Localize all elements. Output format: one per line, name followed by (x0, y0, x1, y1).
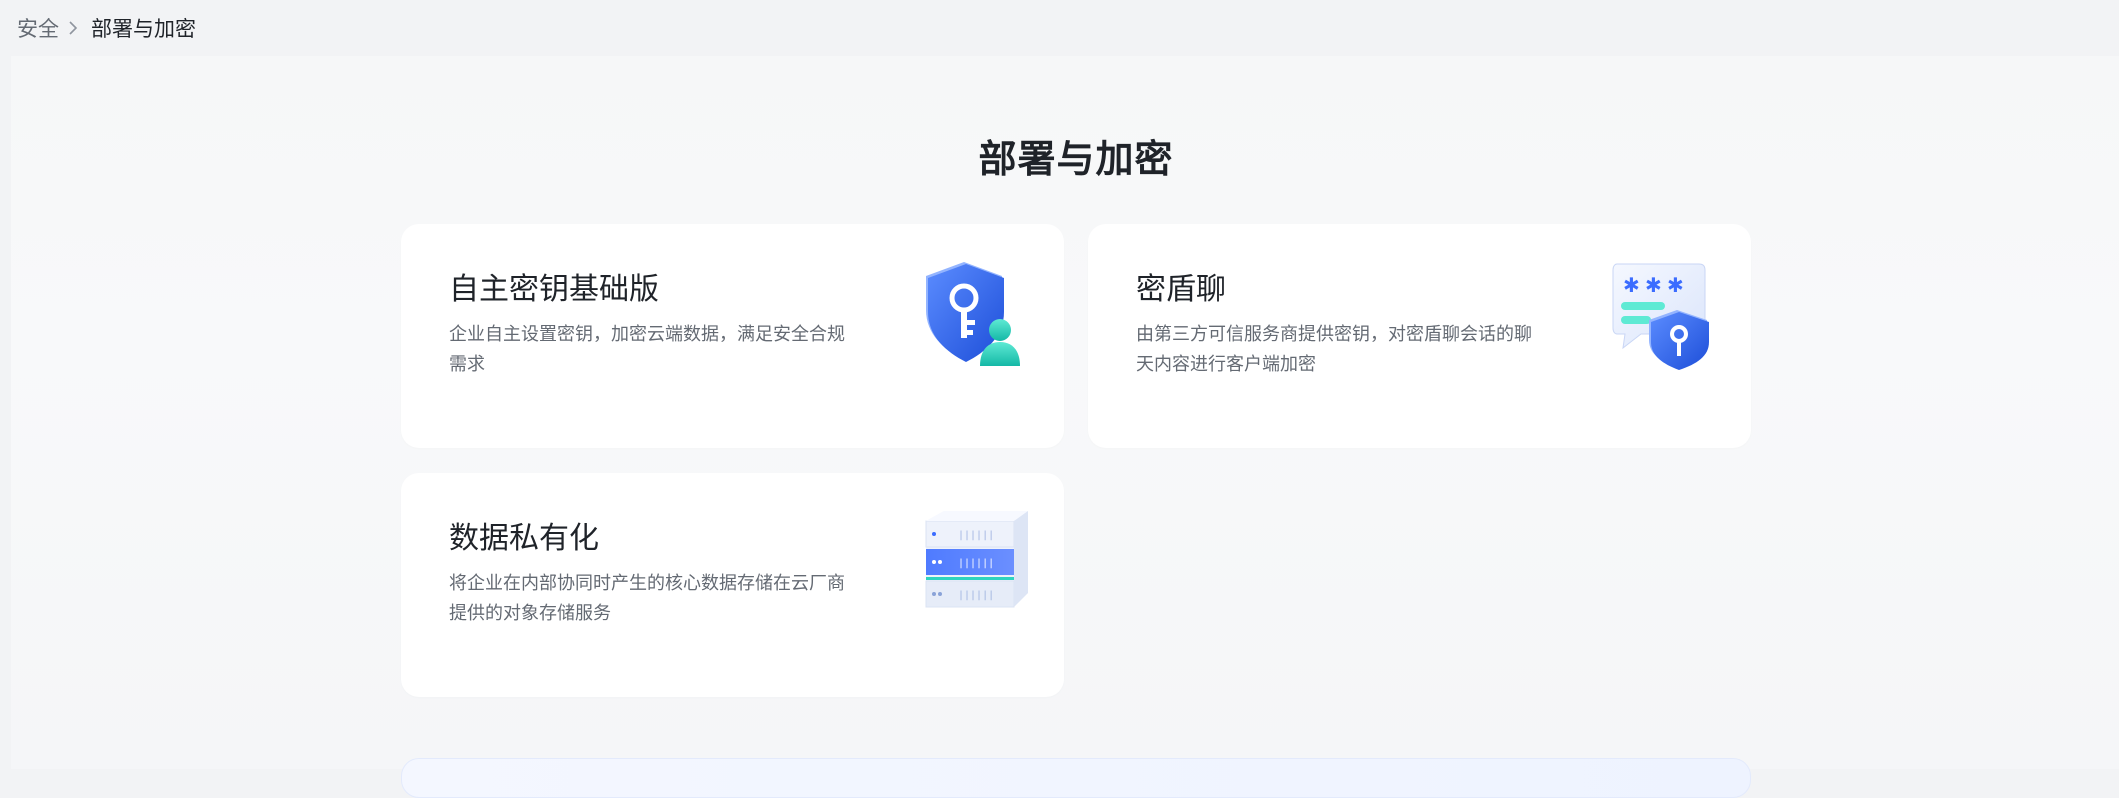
breadcrumb-current: 部署与加密 (91, 17, 196, 41)
main-content: 部署与加密 自主密钥基础版 企业自主设置密钥，加密云端数据，满足安全合规需求 密… (11, 56, 2119, 798)
page-title: 部署与加密 (978, 137, 1174, 181)
banner-card[interactable] (401, 758, 1751, 798)
svg-text:✱: ✱ (1667, 273, 1684, 297)
server-stack-icon: |||||| |||||| |||||| (924, 507, 1028, 619)
shield-key-user-icon (924, 258, 1028, 370)
svg-text:||||||: |||||| (958, 558, 994, 569)
svg-text:✱: ✱ (1645, 273, 1662, 297)
breadcrumb: 安全 部署与加密 (0, 0, 2119, 56)
chat-bubble-shield-icon: ✱ ✱ ✱ (1611, 258, 1715, 370)
svg-text:||||||: |||||| (958, 590, 994, 601)
card-description: 企业自主设置密钥，加密云端数据，满足安全合规需求 (449, 324, 845, 375)
card-title: 自主密钥基础版 (449, 272, 659, 307)
card-byok-basic[interactable]: 自主密钥基础版 企业自主设置密钥，加密云端数据，满足安全合规需求 (401, 224, 1064, 448)
card-secure-chat[interactable]: 密盾聊 由第三方可信服务商提供密钥，对密盾聊会话的聊天内容进行客户端加密 ✱ ✱ (1088, 224, 1751, 448)
card-data-privatization[interactable]: 数据私有化 将企业在内部协同时产生的核心数据存储在云厂商提供的对象存储服务 ||… (401, 473, 1064, 697)
card-title: 密盾聊 (1136, 272, 1226, 307)
chevron-right-icon (67, 20, 79, 36)
svg-text:✱: ✱ (1623, 273, 1640, 297)
card-title: 数据私有化 (449, 521, 599, 556)
card-description: 由第三方可信服务商提供密钥，对密盾聊会话的聊天内容进行客户端加密 (1136, 324, 1532, 375)
breadcrumb-parent[interactable]: 安全 (17, 13, 59, 43)
card-description: 将企业在内部协同时产生的核心数据存储在云厂商提供的对象存储服务 (449, 573, 845, 624)
svg-text:||||||: |||||| (958, 530, 994, 541)
